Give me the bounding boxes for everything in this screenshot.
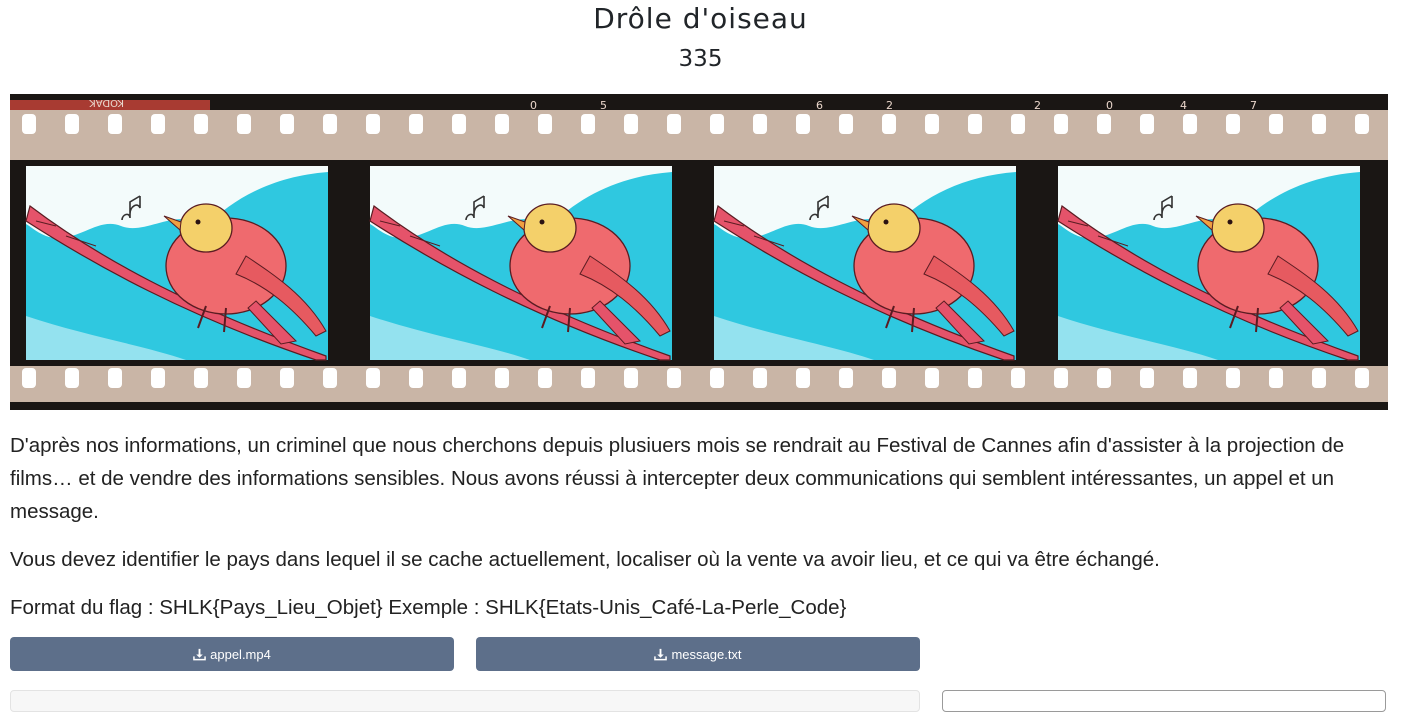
download-appel-label: appel.mp4: [210, 646, 271, 662]
flag-input-panel[interactable]: [942, 690, 1386, 712]
svg-text:7: 7: [1250, 99, 1257, 112]
challenge-points: 335: [678, 46, 723, 72]
download-icon: [193, 648, 206, 661]
film-brand-label: KODAK: [89, 97, 124, 108]
description-paragraph-1: D'après nos informations, un criminel qu…: [10, 434, 1345, 523]
challenge-title: Drôle d'oiseau: [593, 2, 808, 35]
download-icon: [654, 648, 668, 661]
flag-format-text: Format du flag : SHLK{Pays_Lieu_Objet} E…: [10, 596, 847, 619]
challenge-image-filmstrip: KODAK 0 5 6 2 2 0 4 7: [10, 94, 1388, 410]
svg-text:2: 2: [886, 99, 893, 112]
svg-text:5: 5: [600, 99, 607, 112]
svg-text:6: 6: [816, 99, 823, 112]
download-appel-button[interactable]: appel.mp4: [10, 637, 454, 671]
svg-text:0: 0: [530, 99, 537, 112]
download-message-button[interactable]: message.txt: [476, 637, 920, 671]
svg-text:2: 2: [1034, 99, 1041, 112]
description-paragraph-2: Vous devez identifier le pays dans leque…: [10, 548, 1160, 571]
solves-panel: [10, 690, 920, 712]
download-message-label: message.txt: [671, 646, 742, 662]
svg-text:0: 0: [1106, 99, 1113, 112]
svg-text:4: 4: [1180, 99, 1187, 112]
